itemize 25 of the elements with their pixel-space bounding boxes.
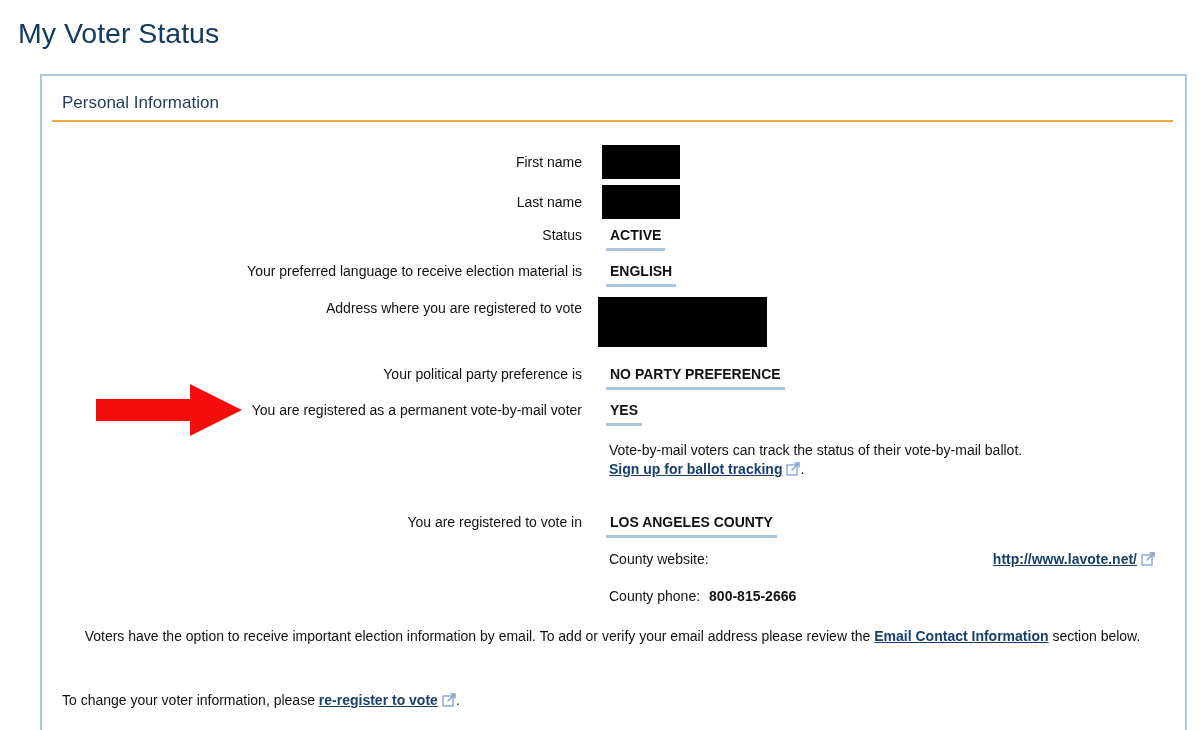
re-register-link[interactable]: re-register to vote <box>318 692 456 708</box>
tracking-note: Vote-by-mail voters can track the status of their vote-by-mail ballot. Sign up for ballot tracking . <box>609 441 1023 479</box>
field-value: LOS ANGELES COUNTY <box>606 512 777 538</box>
page-title: My Voter Status <box>17 16 220 51</box>
field-label: You are registered to vote in <box>407 513 582 532</box>
field-value: YES <box>606 400 642 426</box>
email-notice: Voters have the option to receive important election information by email. To add or verify your email address please review the Email Contact Information section below. <box>84 627 1141 646</box>
field-value: ACTIVE <box>606 225 666 251</box>
detail-label: County phone: <box>609 587 701 606</box>
detail-label: County website: <box>609 550 709 569</box>
field-label: Your political party preference is <box>383 365 582 384</box>
field-label: Your preferred language to receive election material is <box>247 262 582 281</box>
panel-title: Personal Information <box>62 93 219 113</box>
website-link[interactable]: http://www.lavote.net/ <box>992 549 1155 569</box>
email-contact-link[interactable]: Email Contact Information <box>874 628 1049 644</box>
field-value: NO PARTY PREFERENCE <box>606 364 785 390</box>
field-label: First name <box>515 153 582 172</box>
field-label: Address where you are registered to vote <box>325 299 582 318</box>
ballot-tracking-link[interactable]: Sign up for ballot tracking <box>609 461 801 477</box>
field-label: You are registered as a permanent vote-by-mail voter <box>251 401 582 420</box>
change-info-notice: To change your voter information, please re-register to vote . <box>62 691 460 710</box>
field-value: ENGLISH <box>606 261 677 287</box>
field-label: Last name <box>516 193 582 212</box>
phone-number: 800-815-2666 <box>709 587 797 606</box>
field-label: Status <box>542 226 582 245</box>
